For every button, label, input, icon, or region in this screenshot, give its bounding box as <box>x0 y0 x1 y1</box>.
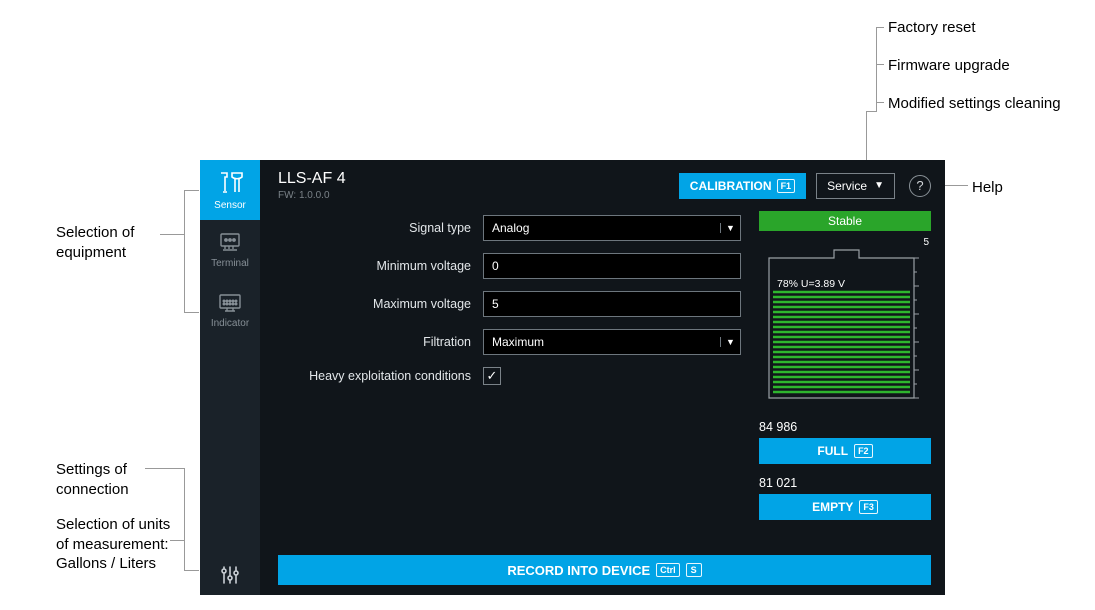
settings-form: Signal type Analog ▼ Minimum voltage 0 M… <box>278 209 741 549</box>
footer: RECORD INTO DEVICE CtrlS <box>260 549 945 595</box>
input-max-voltage[interactable]: 5 <box>483 291 741 317</box>
anno-factory-reset: Factory reset <box>888 18 976 38</box>
sidebar-item-label: Sensor <box>214 200 246 211</box>
input-min-voltage[interactable]: 0 <box>483 253 741 279</box>
main-panel: LLS-AF 4 FW: 1.0.0.0 CALIBRATION F1 Serv… <box>260 160 945 595</box>
sidebar-item-sensor[interactable]: Sensor <box>200 160 260 220</box>
select-signal-type[interactable]: Analog ▼ <box>483 215 741 241</box>
select-filtration[interactable]: Maximum ▼ <box>483 329 741 355</box>
label-signal-type: Signal type <box>278 221 483 235</box>
anno-connector <box>184 190 199 191</box>
status-badge: Stable <box>759 211 931 231</box>
calibration-button[interactable]: CALIBRATION F1 <box>679 173 806 199</box>
anno-settings-connection: Settings of connection <box>56 460 166 499</box>
anno-connector <box>184 312 199 313</box>
indicator-icon <box>215 292 245 314</box>
anno-help: Help <box>972 178 1003 198</box>
anno-connector <box>184 468 185 571</box>
help-button[interactable]: ? <box>909 175 931 197</box>
header: LLS-AF 4 FW: 1.0.0.0 CALIBRATION F1 Serv… <box>260 160 945 209</box>
anno-selection-units: Selection of units of measurement: Gallo… <box>56 515 186 574</box>
full-value: 84 986 <box>759 420 931 434</box>
sidebar: Sensor Terminal <box>200 160 260 595</box>
full-button[interactable]: FULL F2 <box>759 438 931 464</box>
chevron-down-icon: ▼ <box>720 337 740 347</box>
anno-connector <box>866 111 877 112</box>
sidebar-item-label: Indicator <box>211 318 249 329</box>
status-panel: Stable 5 <box>759 209 931 549</box>
anno-connector <box>145 468 185 469</box>
service-dropdown[interactable]: Service ▼ <box>816 173 895 199</box>
sidebar-item-terminal[interactable]: Terminal <box>200 220 260 280</box>
anno-connector <box>160 234 185 235</box>
anno-connector <box>170 540 185 541</box>
keyhint-ctrl: Ctrl <box>656 563 680 577</box>
terminal-icon <box>215 232 245 254</box>
empty-button[interactable]: EMPTY F3 <box>759 494 931 520</box>
tank-scale-top: 5 <box>759 237 931 248</box>
sensor-icon <box>215 170 245 196</box>
anno-connector <box>876 27 884 28</box>
help-icon: ? <box>916 178 923 193</box>
app-window: Sensor Terminal <box>200 160 945 595</box>
device-title: LLS-AF 4 <box>278 170 669 188</box>
sliders-icon <box>219 564 241 586</box>
chevron-down-icon: ▼ <box>874 180 884 191</box>
label-min-voltage: Minimum voltage <box>278 259 483 273</box>
anno-modified-cleaning: Modified settings cleaning <box>888 94 1061 114</box>
keyhint-f1: F1 <box>777 179 796 193</box>
sidebar-settings-button[interactable] <box>200 555 260 595</box>
anno-connector <box>876 102 884 103</box>
anno-connector <box>876 27 877 111</box>
keyhint-s: S <box>686 563 702 577</box>
keyhint-f2: F2 <box>854 444 873 458</box>
chevron-down-icon: ▼ <box>720 223 740 233</box>
anno-firmware-upgrade: Firmware upgrade <box>888 56 1010 76</box>
anno-connector <box>184 190 185 312</box>
label-heavy-exploitation: Heavy exploitation conditions <box>278 369 483 383</box>
tank-gauge: 78% U=3.89 V <box>759 248 931 406</box>
label-filtration: Filtration <box>278 335 483 349</box>
tank-reading: 78% U=3.89 V <box>777 278 845 290</box>
firmware-version: FW: 1.0.0.0 <box>278 190 669 201</box>
sidebar-item-indicator[interactable]: Indicator <box>200 280 260 340</box>
anno-connector <box>184 570 199 571</box>
empty-value: 81 021 <box>759 476 931 490</box>
sidebar-item-label: Terminal <box>211 258 249 269</box>
anno-selection-equipment: Selection of equipment <box>56 223 166 262</box>
label-max-voltage: Maximum voltage <box>278 297 483 311</box>
anno-connector <box>876 64 884 65</box>
checkbox-heavy-exploitation[interactable]: ✓ <box>483 367 501 385</box>
keyhint-f3: F3 <box>859 500 878 514</box>
record-button[interactable]: RECORD INTO DEVICE CtrlS <box>278 555 931 585</box>
